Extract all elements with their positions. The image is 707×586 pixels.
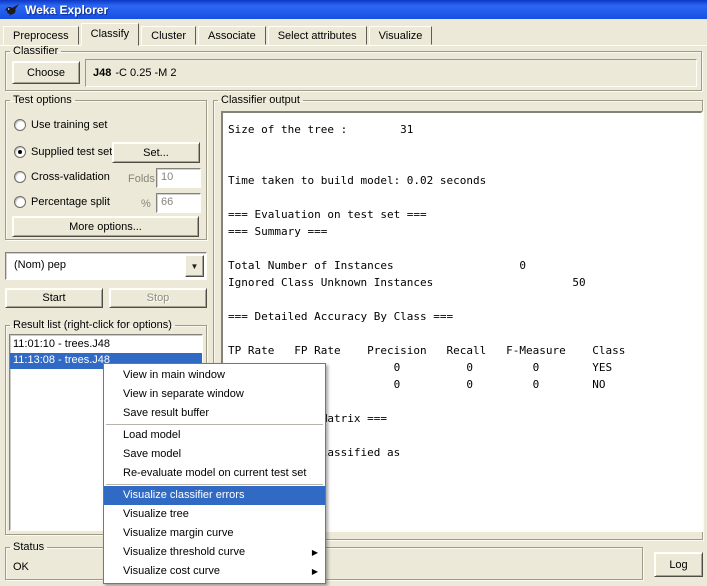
radio-use-training-set-label: Use training set [31,119,107,131]
menu-item-label: Load model [123,429,181,441]
menu-item-label: Re-evaluate model on current test set [123,467,306,479]
menu-item-visualize-margin-curve[interactable]: Visualize margin curve [104,524,325,543]
chevron-down-icon: ▼ [191,262,199,271]
status-group-label: Status [10,541,47,553]
menu-item-label: Visualize threshold curve [123,546,245,558]
weka-explorer-window: Weka Explorer PreprocessClassifyClusterA… [0,0,707,586]
menu-item-save-result-buffer[interactable]: Save result buffer [104,404,325,423]
menu-item-label: View in main window [123,369,225,381]
menu-separator [106,484,323,485]
menu-item-label: Visualize tree [123,508,189,520]
menu-item-view-in-separate-window[interactable]: View in separate window [104,385,325,404]
classifier-output-group-label: Classifier output [218,94,303,106]
result-list-item[interactable]: 11:01:10 - trees.J48 [10,337,202,353]
menu-item-label: Visualize cost curve [123,565,220,577]
radio-supplied-test-set[interactable] [14,146,26,158]
submenu-arrow-icon: ▶ [312,543,318,562]
menu-item-load-model[interactable]: Load model [104,426,325,445]
tab-bar: PreprocessClassifyClusterAssociateSelect… [3,23,434,45]
menu-item-re-evaluate-model-on-current-test-set[interactable]: Re-evaluate model on current test set [104,464,325,483]
menu-item-label: Visualize margin curve [123,527,233,539]
percent-label: % [141,198,151,210]
start-button[interactable]: Start [5,288,103,308]
menu-item-visualize-tree[interactable]: Visualize tree [104,505,325,524]
result-list-group-label: Result list (right-click for options) [10,319,175,331]
weka-bird-icon [4,3,20,17]
classifier-group-label: Classifier [10,45,61,57]
tab-preprocess[interactable]: Preprocess [3,26,79,45]
menu-item-label: View in separate window [123,388,244,400]
set-button[interactable]: Set... [112,142,200,163]
menu-item-visualize-classifier-errors[interactable]: Visualize classifier errors [104,486,325,505]
menu-item-label: Visualize classifier errors [123,489,244,501]
tab-select-attributes[interactable]: Select attributes [268,26,367,45]
context-menu: View in main window View in separate wind… [103,363,326,584]
tab-associate[interactable]: Associate [198,26,266,45]
log-button[interactable]: Log [654,552,703,577]
radio-supplied-test-set-label: Supplied test set [31,146,112,158]
scheme-options: -C 0.25 -M 2 [115,67,176,79]
radio-cross-validation[interactable] [14,171,26,183]
percent-field[interactable]: 66 [156,193,201,213]
folds-field[interactable]: 10 [156,168,201,188]
class-attribute-value: (Nom) pep [14,259,66,271]
submenu-arrow-icon: ▶ [312,562,318,581]
status-text: OK [13,561,29,573]
more-options-button[interactable]: More options... [12,216,199,237]
menu-item-visualize-threshold-curve[interactable]: Visualize threshold curve ▶ [104,543,325,562]
radio-percentage-split-label: Percentage split [31,196,110,208]
window-title: Weka Explorer [25,3,108,17]
tab-cluster[interactable]: Cluster [141,26,196,45]
classifier-scheme-panel[interactable]: J48 -C 0.25 -M 2 [85,59,697,87]
scheme-name: J48 [93,67,111,79]
radio-use-training-set[interactable] [14,119,26,131]
stop-button[interactable]: Stop [109,288,207,308]
tab-visualize[interactable]: Visualize [369,26,433,45]
folds-label: Folds [128,173,155,185]
menu-item-view-in-main-window[interactable]: View in main window [104,366,325,385]
menu-item-label: Save result buffer [123,407,209,419]
class-attribute-combo[interactable]: (Nom) pep ▼ [5,252,207,280]
menu-item-label: Save model [123,448,181,460]
tab-classify[interactable]: Classify [81,23,140,46]
test-options-group-label: Test options [10,94,75,106]
radio-percentage-split[interactable] [14,196,26,208]
title-bar[interactable]: Weka Explorer [0,0,707,19]
menu-separator [106,424,323,425]
radio-cross-validation-label: Cross-validation [31,171,110,183]
choose-button[interactable]: Choose [12,61,80,84]
combo-dropdown-button[interactable]: ▼ [185,255,204,277]
menu-item-visualize-cost-curve[interactable]: Visualize cost curve ▶ [104,562,325,581]
menu-item-save-model[interactable]: Save model [104,445,325,464]
